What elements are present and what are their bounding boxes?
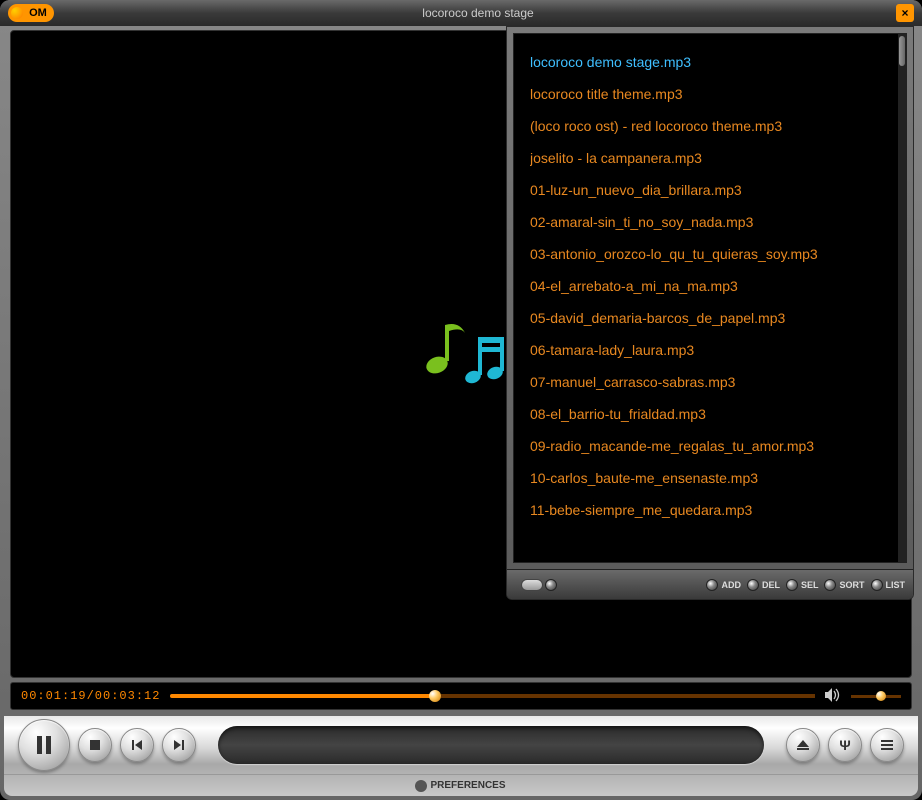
playlist-item[interactable]: 06-tamara-lady_laura.mp3 <box>530 334 890 366</box>
playlist-sel-button[interactable]: SEL <box>786 579 819 591</box>
title-bar: OM locoroco demo stage × <box>0 0 922 26</box>
playlist-item[interactable]: 04-el_arrebato-a_mi_na_ma.mp3 <box>530 270 890 302</box>
playlist-item[interactable]: locoroco title theme.mp3 <box>530 78 890 110</box>
playlist-del-button[interactable]: DEL <box>747 579 780 591</box>
music-notes-icon <box>421 319 511 389</box>
playlist-item[interactable]: 05-david_demaria-barcos_de_papel.mp3 <box>530 302 890 334</box>
timeline-bar: 00:01:19/00:03:12 <box>10 682 912 710</box>
playlist-item[interactable]: 09-radio_macande-me_regalas_tu_amor.mp3 <box>530 430 890 462</box>
playlist-list: locoroco demo stage.mp3locoroco title th… <box>513 33 907 563</box>
playlist-item[interactable]: (loco roco ost) - red locoroco theme.mp3 <box>530 110 890 142</box>
menu-button[interactable] <box>870 728 904 762</box>
menu-icon <box>881 740 893 750</box>
playlist-item[interactable]: 02-amaral-sin_ti_no_soy_nada.mp3 <box>530 206 890 238</box>
next-icon <box>174 740 184 750</box>
previous-icon <box>132 740 142 750</box>
play-pause-button[interactable] <box>18 719 70 771</box>
next-button[interactable] <box>162 728 196 762</box>
playlist-item[interactable]: joselito - la campanera.mp3 <box>530 142 890 174</box>
playlist-loop-toggle[interactable] <box>521 579 557 591</box>
playlist-scrollbar[interactable] <box>898 34 906 562</box>
stop-button[interactable] <box>78 728 112 762</box>
gom-logo: OM <box>8 4 54 22</box>
playlist-toolbar: ADD DEL SEL SORT LIST <box>507 569 913 599</box>
pause-icon <box>37 736 51 754</box>
seek-thumb[interactable] <box>429 690 441 702</box>
preferences-label: PREFERENCES <box>430 780 505 791</box>
stop-icon <box>90 740 100 750</box>
volume-slider[interactable] <box>851 695 901 698</box>
playlist-item[interactable]: 07-manuel_carrasco-sabras.mp3 <box>530 366 890 398</box>
playlist-panel: locoroco demo stage.mp3locoroco title th… <box>506 26 914 600</box>
window-title: locoroco demo stage <box>60 6 896 20</box>
equalizer-icon: Ψ <box>839 737 850 753</box>
volume-icon[interactable] <box>825 688 841 705</box>
equalizer-button[interactable]: Ψ <box>828 728 862 762</box>
playlist-item[interactable]: 03-antonio_orozco-lo_qu_tu_quieras_soy.m… <box>530 238 890 270</box>
control-bar: Ψ PREFERENCES <box>4 716 918 796</box>
eject-icon <box>797 740 809 750</box>
playlist-sort-button[interactable]: SORT <box>824 579 864 591</box>
playlist-item[interactable]: 11-bebe-siempre_me_quedara.mp3 <box>530 494 890 526</box>
time-display: 00:01:19/00:03:12 <box>21 689 160 703</box>
info-display <box>218 726 764 764</box>
playlist-item[interactable]: 08-el_barrio-tu_frialdad.mp3 <box>530 398 890 430</box>
playlist-scrollbar-thumb[interactable] <box>899 36 905 66</box>
player-window: OM locoroco demo stage × locoroco demo s… <box>0 0 922 800</box>
playlist-item[interactable]: locoroco demo stage.mp3 <box>530 46 890 78</box>
previous-button[interactable] <box>120 728 154 762</box>
playlist-add-button[interactable]: ADD <box>706 579 741 591</box>
playlist-item[interactable]: 10-carlos_baute-me_ensenaste.mp3 <box>530 462 890 494</box>
playlist-item[interactable]: 01-luz-un_nuevo_dia_brillara.mp3 <box>530 174 890 206</box>
playlist-list-button[interactable]: LIST <box>871 579 906 591</box>
eject-button[interactable] <box>786 728 820 762</box>
close-button[interactable]: × <box>896 4 914 22</box>
preferences-button[interactable]: PREFERENCES <box>4 774 918 796</box>
seek-slider[interactable] <box>170 694 815 698</box>
gear-icon <box>416 781 426 791</box>
volume-thumb[interactable] <box>876 691 886 701</box>
